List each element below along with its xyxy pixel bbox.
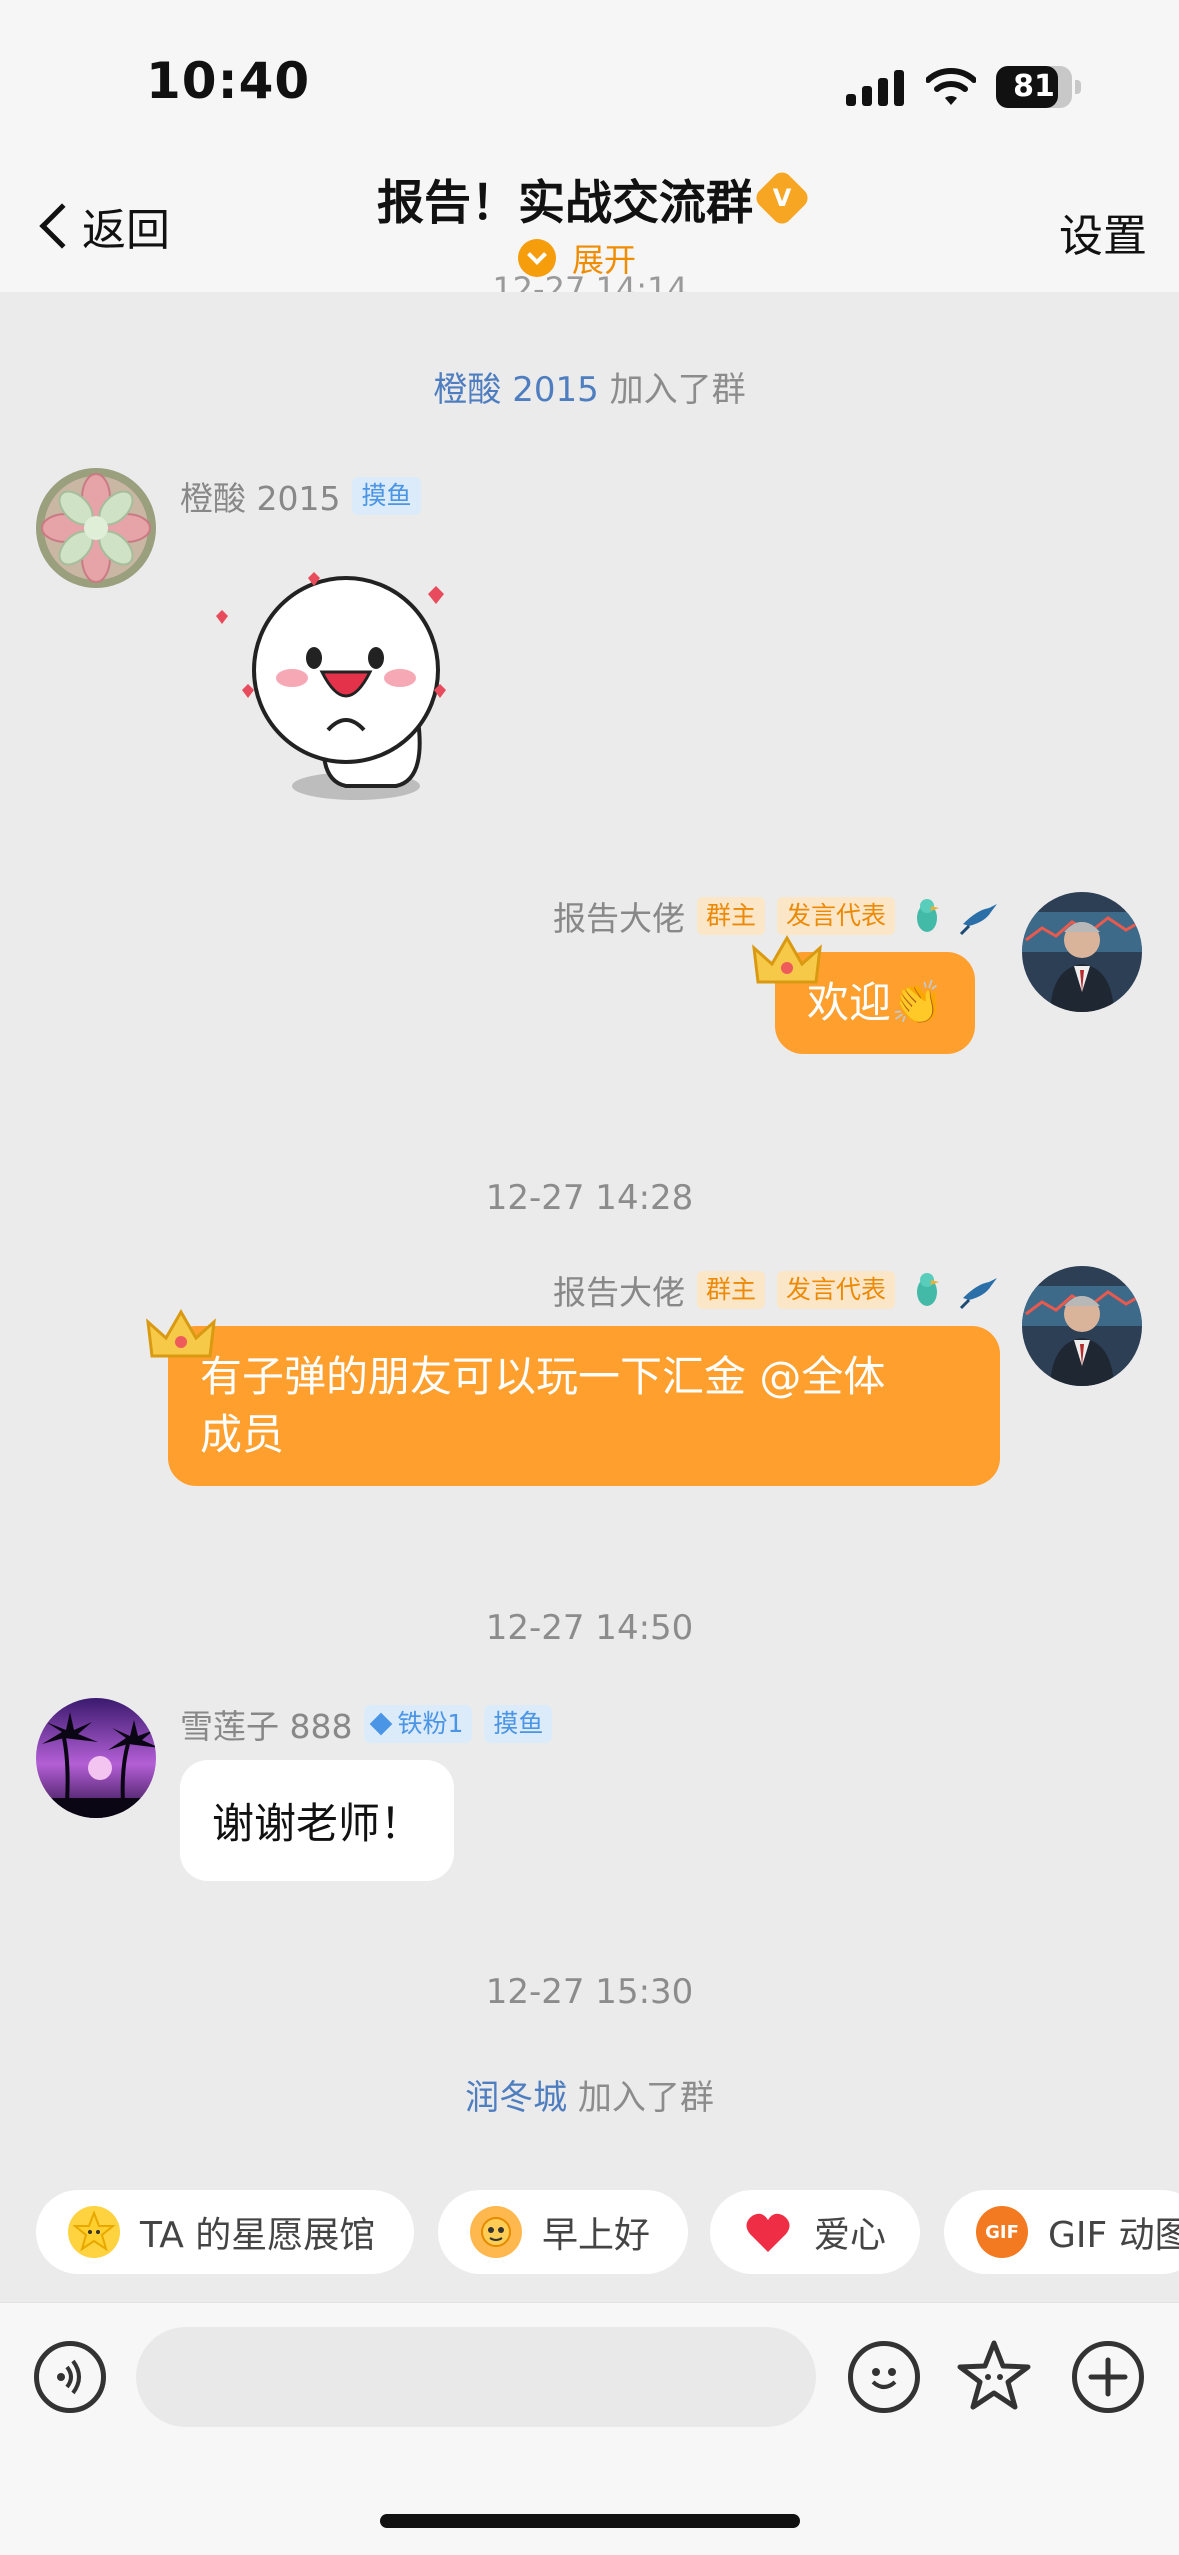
parrot-badge-icon (917, 899, 939, 932)
sticker-image[interactable] (196, 560, 476, 810)
quick-reply-bar: TA 的星愿展馆 早上好 爱心 GIF GIF 动图 (0, 2190, 1179, 2278)
timestamp: 12-27 14:28 (485, 1178, 694, 1218)
emoji-icon[interactable] (848, 2341, 920, 2413)
join-text: 加入了群 (577, 2078, 714, 2118)
sticker-star-icon[interactable] (956, 2339, 1032, 2415)
star-face-icon (68, 2206, 120, 2258)
member-tag: 摸鱼 (352, 477, 421, 515)
settings-button[interactable]: 设置 (1059, 200, 1147, 264)
page-title: 报告！实战交流群 V (360, 168, 820, 231)
timestamp: 12-27 14:50 (485, 1608, 694, 1648)
fan-level-tag: 铁粉1 (364, 1705, 473, 1743)
owner-tag: 群主 (696, 1271, 765, 1309)
diamond-icon (370, 1712, 393, 1736)
sender-name[interactable]: 雪莲子 888 (180, 1700, 352, 1748)
crown-icon (752, 934, 822, 984)
owner-tag: 群主 (696, 897, 765, 935)
voice-icon[interactable] (34, 2341, 106, 2413)
avatar[interactable] (1022, 892, 1142, 1012)
join-text: 加入了群 (609, 370, 746, 410)
message-header: 橙酸 2015 摸鱼 (180, 472, 421, 520)
message-text-line: 成员 (200, 1410, 285, 1459)
chip-star-gallery[interactable]: TA 的星愿展馆 (36, 2190, 414, 2274)
bird-badge-icon (959, 904, 997, 936)
status-bar: 10:40 81 (0, 0, 1179, 170)
avatar[interactable] (36, 1698, 156, 1818)
status-time: 10:40 (146, 52, 311, 110)
message-text-line: 有子弹的朋友可以玩一下汇金 @全体 (200, 1352, 886, 1401)
sender-name[interactable]: 报告大佬 (553, 1266, 685, 1314)
bird-badge-icon (959, 1278, 997, 1310)
system-join-message: 橙酸 2015 加入了群 (0, 362, 1179, 411)
system-join-message: 润冬城 加入了群 (0, 2070, 1179, 2119)
timestamp: 12-27 15:30 (485, 1972, 694, 2012)
sender-name[interactable]: 橙酸 2015 (180, 472, 340, 520)
battery-icon: 81 (996, 66, 1081, 108)
representative-tag: 发言代表 (776, 1271, 895, 1309)
parrot-badge-icon (917, 1273, 939, 1306)
member-tag: 摸鱼 (484, 1705, 553, 1743)
avatar[interactable] (36, 468, 156, 588)
verified-badge-icon: V (752, 168, 812, 228)
signal-icon (846, 70, 906, 106)
chip-good-morning[interactable]: 早上好 (438, 2190, 688, 2274)
back-label: 返回 (82, 205, 170, 256)
representative-tag: 发言代表 (776, 897, 895, 935)
home-indicator (380, 2514, 800, 2528)
crown-icon (146, 1308, 216, 1358)
wifi-icon (926, 68, 976, 105)
message-input[interactable] (136, 2327, 816, 2427)
message-header: 报告大佬 群主 发言代表 (553, 892, 999, 940)
clipped-timestamp: 12-27 14:14 (492, 270, 688, 292)
message-header: 雪莲子 888 铁粉1 摸鱼 (180, 1700, 553, 1748)
sun-face-icon (470, 2206, 522, 2258)
group-title: 报告！实战交流群 (377, 175, 753, 231)
chip-gif[interactable]: GIF GIF 动图 (944, 2190, 1179, 2274)
message-header: 报告大佬 群主 发言代表 (553, 1266, 999, 1314)
chevron-left-icon (39, 203, 85, 249)
plus-icon[interactable] (1072, 2341, 1144, 2413)
chip-heart[interactable]: 爱心 (710, 2190, 920, 2274)
back-button[interactable]: 返回 (30, 194, 170, 258)
gif-icon: GIF (976, 2206, 1028, 2258)
message-bubble[interactable]: 有子弹的朋友可以玩一下汇金 @全体 成员 (168, 1326, 1000, 1486)
sender-name[interactable]: 报告大佬 (553, 892, 685, 940)
avatar[interactable] (1022, 1266, 1142, 1386)
joined-user-name[interactable]: 橙酸 2015 (433, 370, 598, 410)
heart-icon (742, 2206, 794, 2258)
battery-level: 81 (1013, 69, 1055, 104)
message-bubble[interactable]: 谢谢老师！ (180, 1760, 455, 1881)
joined-user-name[interactable]: 润冬城 (465, 2078, 567, 2118)
